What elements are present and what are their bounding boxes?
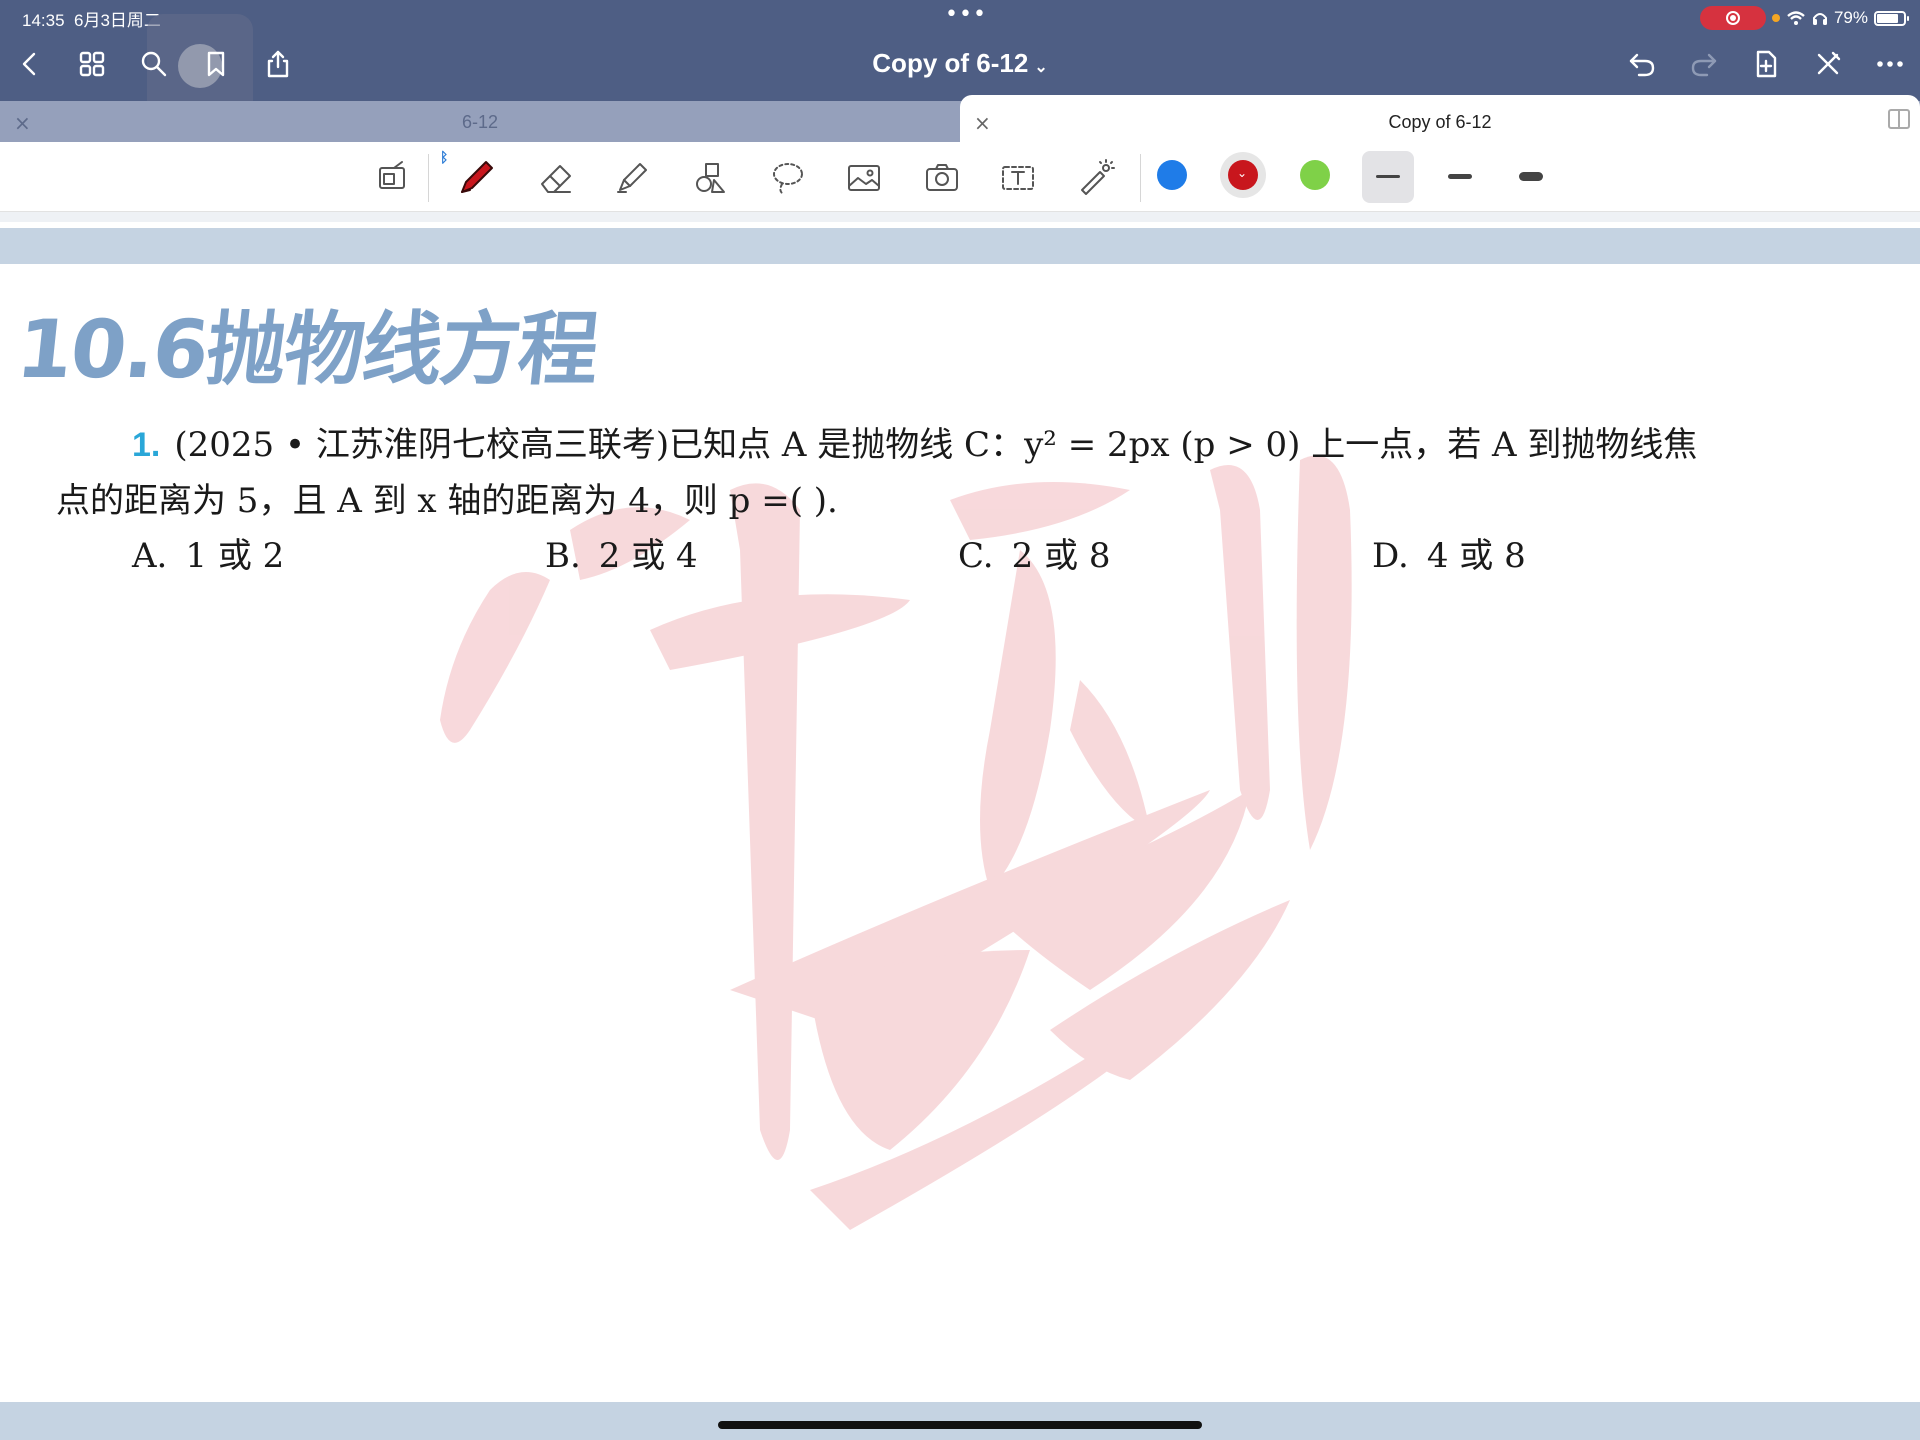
image-tool[interactable] [840,154,888,202]
lasso-tool[interactable] [764,154,812,202]
eraser-icon [541,165,571,193]
undo-icon [1629,53,1655,77]
tools-row: ᛒ ⌄ [0,142,1920,212]
option-text: 4 或 8 [1426,536,1526,576]
redo-icon [1691,53,1717,77]
tool-divider [1140,154,1141,202]
top-toolbar: 14:35 6月3日周二 ••• 79% Copy of 6-12 ⌄ [0,0,1920,120]
home-indicator[interactable] [718,1421,1202,1429]
zoom-window-icon [379,161,405,189]
stroke-width-thin[interactable] [1376,175,1400,178]
color-swatch-blue[interactable] [1157,160,1187,190]
stroke-width-thick[interactable] [1519,172,1543,181]
option-c[interactable]: C. 2 或 8 [958,528,1111,577]
option-letter: D. [1372,536,1409,576]
status-time: 14:35 6月3日周二 [22,6,161,31]
pen-icon [461,161,493,193]
laser-pointer-icon [1081,159,1115,195]
tab-bar: × 6-12 × Copy of 6-12 [0,95,1920,142]
option-text: 2 或 4 [598,536,698,576]
document-title-text: Copy of 6-12 [872,48,1029,78]
bluetooth-icon: ᛒ [440,150,449,166]
camera-icon [926,164,958,191]
pen-tool[interactable] [452,154,500,202]
mic-in-use-dot [1771,14,1780,22]
option-letter: B. [545,536,581,576]
clock: 14:35 [22,11,65,30]
close-pen-icon [1817,51,1841,75]
image-icon [848,165,880,191]
split-view-icon[interactable] [1888,109,1910,129]
tab-6-12[interactable]: × 6-12 [0,101,960,142]
question-1: 1. (2025 • 江苏淮阴七校高三联考)已知点 A 是抛物线 C：y² = 2… [56,417,1776,529]
battery-percent: 79% [1833,8,1868,27]
status-indicators: 79% [1699,6,1909,30]
undo-button[interactable] [1622,44,1662,84]
question-text-1: (2025 • 江苏淮阴七校高三联考)已知点 A 是抛物线 C：y² = 2px… [174,425,1698,465]
battery-icon [1874,10,1909,26]
option-d[interactable]: D. 4 或 8 [1372,528,1526,577]
camera-tool[interactable] [918,154,966,202]
close-pen-mode-button[interactable] [1808,44,1848,84]
tool-divider [428,154,429,202]
page-header-band [0,228,1920,264]
chevron-down-icon: ⌄ [1034,59,1048,76]
question-line-2: 点的距离为 5，且 A 到 x 轴的距离为 4，则 p =( ). [56,481,838,521]
highlighter-tool[interactable] [608,154,656,202]
option-letter: C. [958,536,994,576]
text-tool[interactable] [994,154,1042,202]
option-letter: A. [132,536,168,576]
eraser-tool[interactable] [532,154,580,202]
laser-pointer-tool[interactable] [1072,154,1120,202]
record-icon [1725,11,1740,25]
option-a[interactable]: A. 1 或 2 [132,528,284,577]
text-box-icon [1002,166,1034,190]
tab-label: 6-12 [461,112,499,132]
shapes-icon [696,163,725,193]
option-text: 2 或 8 [1011,536,1111,576]
question-line-1: 1. (2025 • 江苏淮阴七校高三联考)已知点 A 是抛物线 C：y² = 2… [56,417,1776,473]
more-button[interactable] [1870,44,1910,84]
section-title: 10.6抛物线方程 [12,303,602,396]
stroke-width-medium[interactable] [1448,174,1472,179]
tab-label: Copy of 6-12 [1388,112,1492,132]
add-page-button[interactable] [1746,44,1786,84]
page-top-edge [0,212,1920,222]
option-text: 1 或 2 [185,536,285,576]
tab-copy-of-6-12[interactable]: × Copy of 6-12 [960,95,1920,142]
battery-fill [1877,13,1898,23]
screen-recording-indicator[interactable] [1699,6,1766,30]
option-b[interactable]: B. 2 或 4 [545,528,698,577]
add-page-icon [1756,50,1777,78]
multitasking-dots[interactable]: ••• [945,2,987,27]
chevron-down-icon: ⌄ [1237,166,1248,180]
headphones-icon [1812,13,1827,25]
lasso-icon [773,163,803,195]
color-swatch-green[interactable] [1300,160,1330,190]
more-icon [1877,61,1903,67]
shapes-tool[interactable] [686,154,734,202]
question-number: 1. [132,426,161,464]
redo-button[interactable] [1684,44,1724,84]
highlighter-icon [617,163,647,193]
zoom-window-tool[interactable] [368,154,416,202]
wifi-icon [1787,11,1805,25]
